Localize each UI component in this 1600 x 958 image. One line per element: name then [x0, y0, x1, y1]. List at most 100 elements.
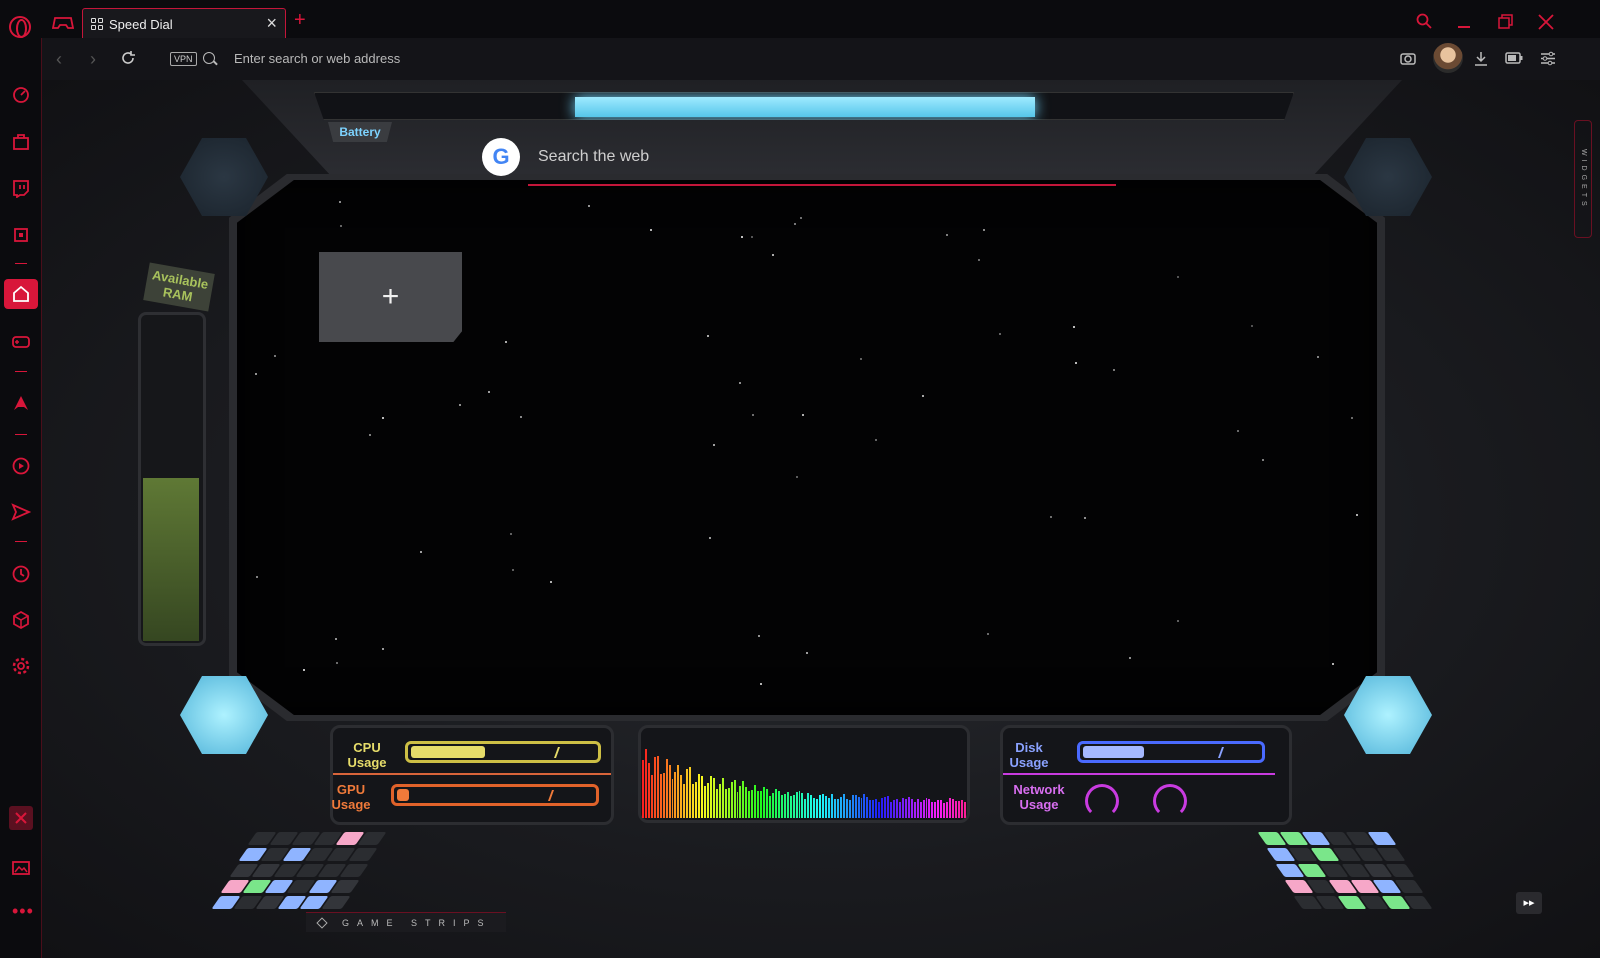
cpu-chip-icon[interactable]: [11, 225, 31, 245]
star: [859, 358, 862, 361]
visualizer-bar: [730, 782, 733, 818]
visualizer-bar: [940, 799, 943, 818]
address-input[interactable]: [234, 51, 834, 66]
gamepad-icon[interactable]: [11, 332, 31, 352]
game-strips-bar[interactable]: GAME STRIPS: [306, 912, 506, 932]
visualizer-bar: [668, 765, 671, 818]
visualizer-bar: [736, 791, 739, 818]
music-visualizer: [640, 728, 968, 820]
star: [800, 216, 803, 219]
star: [805, 652, 808, 655]
search-input[interactable]: [538, 148, 1098, 166]
avatar[interactable]: [1433, 43, 1463, 73]
add-speed-dial-button[interactable]: +: [319, 252, 462, 342]
star: [419, 550, 422, 553]
star: [504, 340, 507, 343]
twitch-icon[interactable]: [11, 178, 31, 198]
gx-corner-icon[interactable]: [11, 393, 31, 413]
visualizer-bar: [901, 798, 904, 818]
visualizer-bar: [798, 790, 801, 818]
red-x-icon[interactable]: [9, 806, 33, 830]
star: [520, 416, 523, 419]
visualizer-bar: [724, 788, 727, 818]
search-icon[interactable]: [1416, 13, 1432, 29]
visualizer-bar: [671, 778, 674, 818]
visualizer-bar: [795, 792, 798, 818]
tab-title: Speed Dial: [109, 17, 173, 32]
visualizer-bar: [957, 801, 960, 818]
visualizer-bar: [913, 801, 916, 818]
home-icon: [13, 285, 29, 302]
disk-fill: [1083, 746, 1144, 758]
search-underline: [528, 184, 1116, 186]
widgets-tab[interactable]: WIDGETS: [1574, 120, 1592, 238]
sidebar-separator: [15, 541, 27, 542]
gpu-fill: [397, 789, 409, 801]
more-icon[interactable]: •••: [12, 902, 34, 920]
star: [874, 438, 877, 441]
visualizer-bar: [833, 798, 836, 818]
reload-icon[interactable]: [120, 50, 136, 66]
star: [751, 235, 754, 238]
visualizer-bar: [922, 799, 925, 818]
visualizer-bar: [887, 795, 890, 818]
opera-logo-icon[interactable]: [9, 16, 31, 38]
star: [487, 390, 490, 393]
shop-icon[interactable]: [11, 132, 31, 152]
close-tab-icon[interactable]: ×: [266, 14, 277, 32]
visualizer-bar: [801, 793, 804, 818]
visualizer-bar: [727, 788, 730, 818]
sidebar: •••: [0, 38, 42, 958]
download-icon[interactable]: [1474, 51, 1488, 66]
visualizer-bar: [642, 759, 644, 818]
wallpaper-icon[interactable]: [11, 858, 31, 878]
visualizer-bar: [898, 801, 901, 818]
star: [1049, 515, 1052, 518]
visualizer-bar: [828, 798, 830, 818]
visualizer-bar: [842, 794, 845, 818]
visualizer-bar: [895, 799, 898, 818]
star: [512, 568, 515, 571]
visualizer-bar: [854, 795, 857, 818]
address-bar: ‹ › VPN: [42, 38, 1600, 80]
gx-control-icon[interactable]: [52, 14, 74, 32]
add-tab-icon[interactable]: +: [294, 10, 306, 30]
restore-icon[interactable]: [1498, 14, 1513, 29]
visualizer-bar: [857, 796, 860, 818]
visualizer-bar: [680, 775, 683, 818]
forward-icon[interactable]: ›: [90, 50, 96, 68]
star: [1250, 324, 1253, 327]
visualizer-bar: [748, 790, 751, 818]
visualizer-bar: [884, 797, 887, 818]
star: [1261, 459, 1264, 462]
star: [256, 575, 259, 578]
history-icon[interactable]: [11, 564, 31, 584]
snapshot-icon[interactable]: [1400, 51, 1416, 65]
sidebar-separator: [15, 371, 27, 372]
visualizer-bar: [721, 777, 724, 818]
visualizer-bar: [848, 799, 851, 818]
minimize-icon[interactable]: [1458, 26, 1470, 28]
easy-setup-icon[interactable]: [1540, 51, 1556, 66]
battery-fill: [574, 97, 1036, 117]
settings-icon[interactable]: [11, 656, 31, 676]
tab-speed-dial[interactable]: Speed Dial ×: [82, 8, 286, 39]
back-icon[interactable]: ‹: [56, 50, 62, 68]
star: [334, 638, 337, 641]
player-icon[interactable]: [11, 456, 31, 476]
fast-forward-button[interactable]: ▸▸: [1516, 892, 1542, 914]
extensions-icon[interactable]: [11, 610, 31, 630]
visualizer-bar: [869, 800, 872, 818]
battery-icon[interactable]: [1505, 52, 1523, 64]
sidebar-item-home[interactable]: [4, 279, 38, 309]
speedometer-icon[interactable]: [11, 85, 31, 105]
star: [369, 433, 372, 436]
star: [983, 229, 986, 232]
close-icon[interactable]: [1538, 14, 1554, 30]
star: [254, 373, 257, 376]
send-icon[interactable]: [11, 502, 31, 522]
star: [1355, 513, 1358, 516]
star: [760, 683, 763, 686]
vpn-badge[interactable]: VPN: [170, 52, 197, 66]
ram-widget: Available RAM: [134, 262, 215, 648]
